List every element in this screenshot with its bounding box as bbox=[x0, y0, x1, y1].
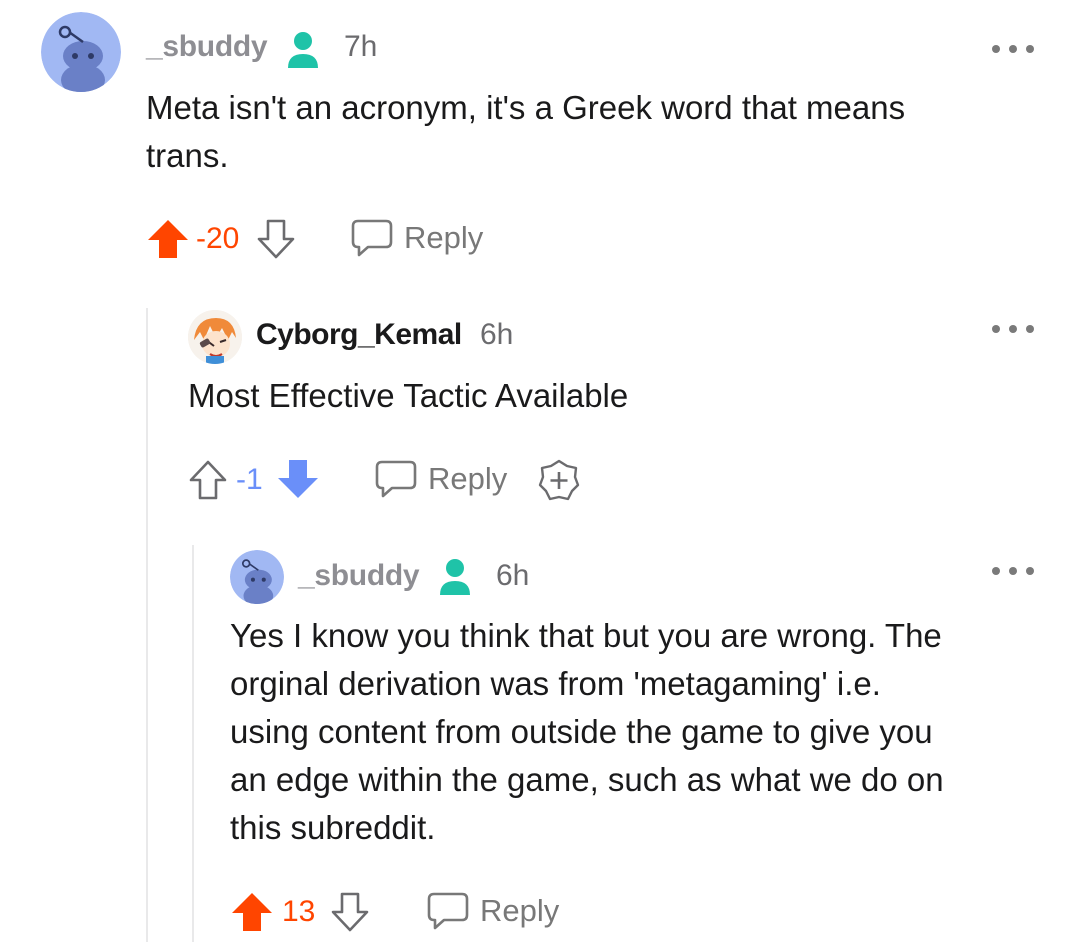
vote-score: -20 bbox=[196, 222, 240, 255]
snoo-avatar-icon bbox=[41, 12, 121, 92]
reply-button[interactable]: Reply bbox=[350, 216, 483, 260]
chat-bubble-icon bbox=[375, 460, 417, 498]
comment-time: 6h bbox=[496, 559, 530, 592]
more-options-icon[interactable] bbox=[992, 564, 1034, 578]
snoo-avatar-icon bbox=[230, 550, 284, 604]
comment-body: Meta isn't an acronym, it's a Greek word… bbox=[146, 89, 906, 174]
person-flair-icon bbox=[288, 32, 318, 68]
reply-button[interactable]: Reply bbox=[374, 457, 507, 501]
reply-label: Reply bbox=[480, 893, 560, 928]
chat-bubble-icon bbox=[351, 219, 393, 257]
upvote-arrow-icon[interactable] bbox=[146, 218, 190, 260]
username[interactable]: Cyborg_Kemal bbox=[256, 318, 462, 352]
more-options-icon[interactable] bbox=[992, 322, 1034, 336]
person-flair-icon bbox=[440, 559, 470, 595]
vote-score: -1 bbox=[236, 463, 263, 496]
thread-line-level-1 bbox=[146, 308, 148, 942]
more-options-icon[interactable] bbox=[992, 42, 1034, 56]
vote-score: 13 bbox=[282, 895, 316, 928]
comment-body: Most Effective Tactic Available bbox=[188, 377, 629, 414]
avatar[interactable] bbox=[41, 12, 121, 92]
upvote-arrow-icon[interactable] bbox=[230, 891, 274, 933]
username[interactable]: _sbuddy bbox=[146, 30, 268, 64]
thread-line-level-2 bbox=[192, 545, 194, 942]
award-plus-icon[interactable] bbox=[537, 458, 581, 502]
upvote-arrow-icon[interactable] bbox=[188, 459, 228, 501]
username[interactable]: _sbuddy bbox=[298, 559, 420, 593]
anime-avatar-icon bbox=[188, 310, 242, 364]
reply-button[interactable]: Reply bbox=[426, 889, 559, 933]
comment-body: Yes I know you think that but you are wr… bbox=[230, 617, 944, 846]
downvote-arrow-icon[interactable] bbox=[330, 891, 370, 933]
reply-label: Reply bbox=[404, 220, 484, 255]
comment-time: 7h bbox=[344, 30, 378, 63]
downvote-arrow-icon[interactable] bbox=[276, 458, 320, 500]
reply-label: Reply bbox=[428, 461, 508, 496]
comment-time: 6h bbox=[480, 318, 514, 351]
downvote-arrow-icon[interactable] bbox=[256, 218, 296, 260]
avatar[interactable] bbox=[230, 550, 284, 604]
avatar[interactable] bbox=[188, 310, 242, 364]
chat-bubble-icon bbox=[427, 892, 469, 930]
